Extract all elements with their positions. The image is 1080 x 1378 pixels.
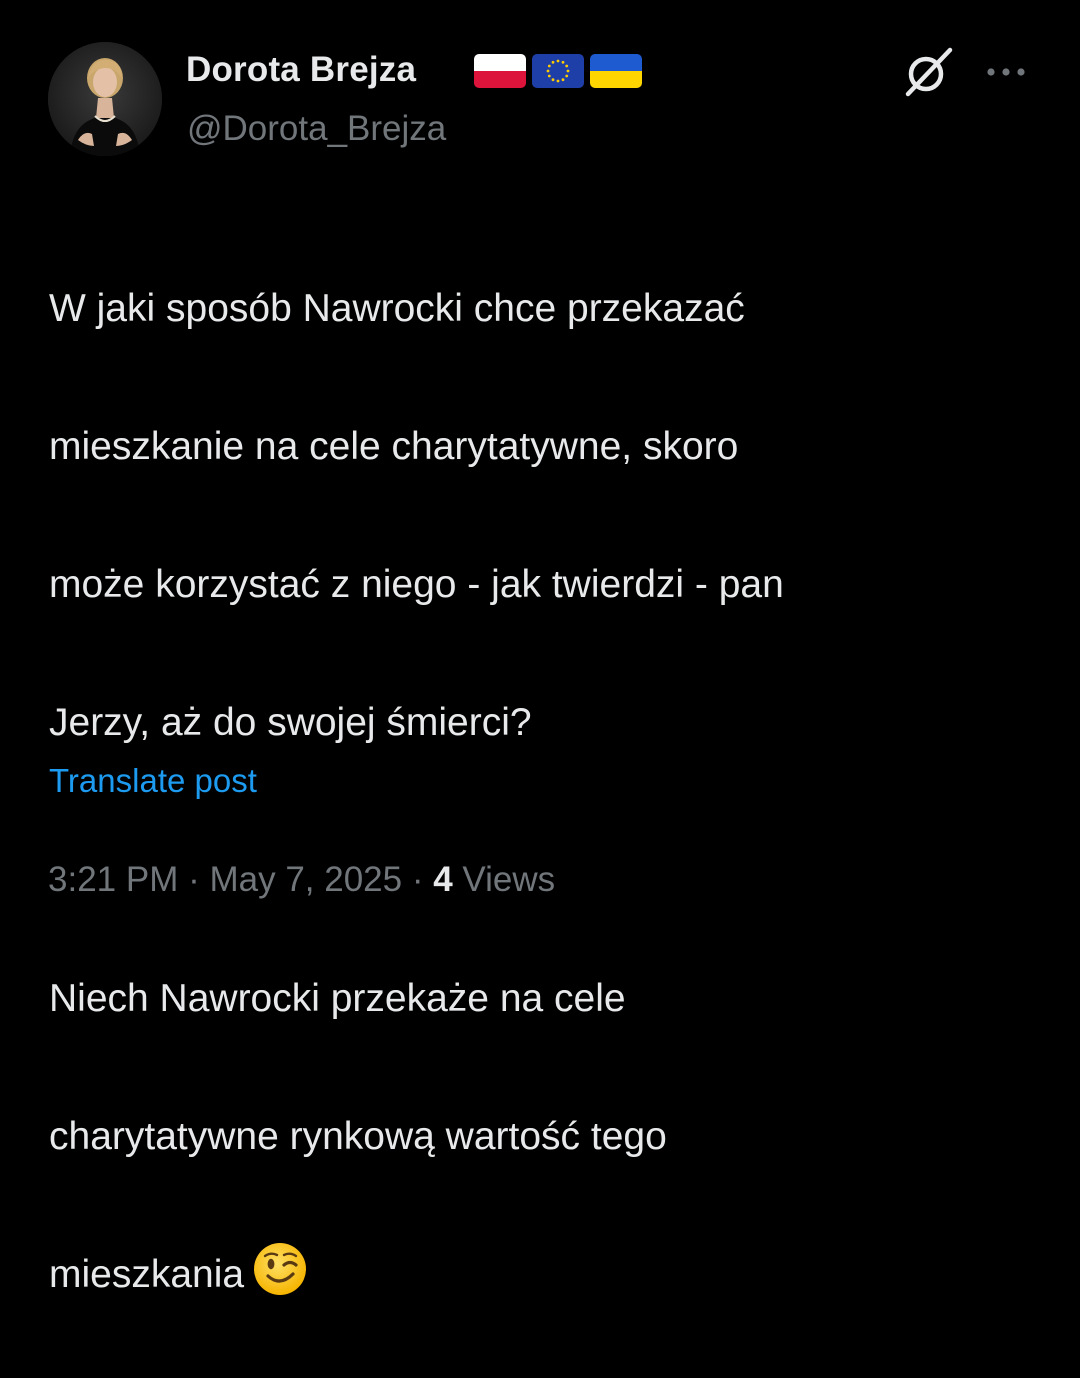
translate-post-link[interactable]: Translate post: [49, 760, 257, 802]
meta-separator: ·: [402, 860, 434, 899]
avatar-image: [48, 42, 162, 156]
tweet: Dorota Brejza @Dorota_Brejza W jaki spos…: [0, 0, 1080, 1296]
meta-separator: ·: [178, 860, 210, 899]
views-label[interactable]: Views: [453, 860, 555, 899]
avatar[interactable]: [48, 42, 162, 156]
post-text-line: W jaki sposób Nawrocki chce przekazać: [49, 287, 745, 330]
post-text-line: mieszkania: [49, 1253, 245, 1296]
ukraine-flag-icon: [590, 54, 642, 88]
post-text-line: może korzystać z niego - jak twierdzi - …: [49, 563, 784, 606]
post-text-line: Niech Nawrocki przekaże na cele: [49, 977, 626, 1020]
winking-face-emoji-icon: [252, 1241, 308, 1297]
more-options-icon[interactable]: [983, 60, 1029, 84]
poland-flag-icon: [474, 54, 526, 88]
display-name[interactable]: Dorota Brejza: [186, 48, 416, 92]
eu-flag-icon: [532, 54, 584, 88]
post-time[interactable]: 3:21 PM: [48, 860, 178, 899]
grok-icon[interactable]: [900, 44, 956, 100]
post-date[interactable]: May 7, 2025: [209, 860, 402, 899]
flag-badges: [474, 54, 642, 88]
post-text-line: Jerzy, aż do swojej śmierci?: [49, 701, 532, 744]
post-metadata: 3:21 PM · May 7, 2025 · 4 Views: [48, 856, 555, 904]
post-text-last-line: mieszkania: [49, 1240, 1039, 1309]
post-text-line: charytatywne rynkową wartość tego: [49, 1115, 667, 1158]
user-handle[interactable]: @Dorota_Brejza: [187, 107, 446, 151]
post-text-line: mieszkanie na cele charytatywne, skoro: [49, 425, 739, 468]
views-count[interactable]: 4: [433, 860, 452, 899]
